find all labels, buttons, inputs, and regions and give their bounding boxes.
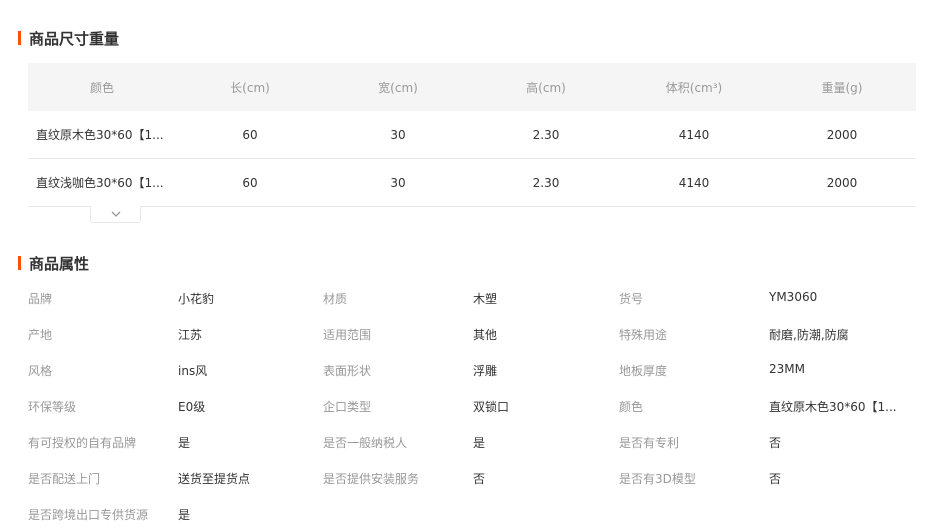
attr-value-patent: 否 xyxy=(769,436,782,450)
attr-value-cross-border: 是 xyxy=(178,508,191,522)
size-section-title-text: 商品尺寸重量 xyxy=(29,29,120,48)
attr-row: 有可授权的自有品牌 是 是否一般纳税人 是 是否有专利 否 xyxy=(28,424,916,460)
attr-label-style: 风格 xyxy=(28,364,53,378)
attr-label-special-use: 特殊用途 xyxy=(619,328,668,342)
attr-value-install: 否 xyxy=(473,472,486,486)
attr-label-scope: 适用范围 xyxy=(323,328,372,342)
header-color: 颜色 xyxy=(89,80,114,95)
row-color: 直纹原木色30*60【1... xyxy=(36,128,164,142)
attr-row: 是否跨境出口专供货源 是 xyxy=(28,496,916,532)
attr-label-color: 颜色 xyxy=(619,400,644,414)
row-width: 30 xyxy=(390,175,406,190)
attr-value-surface: 浮雕 xyxy=(473,364,498,378)
attr-value-3d-model: 否 xyxy=(769,472,782,486)
row-length: 60 xyxy=(242,127,258,142)
attr-label-material: 材质 xyxy=(323,292,348,306)
attribute-grid: 品牌 小花豹 材质 木塑 货号 YM3060 产地 江苏 适用范围 其他 特殊用… xyxy=(28,280,916,532)
attr-section-title-text: 商品属性 xyxy=(29,254,90,273)
attr-label-own-brand: 有可授权的自有品牌 xyxy=(28,436,137,450)
row-width: 30 xyxy=(390,127,406,142)
header-length: 长(cm) xyxy=(230,80,270,95)
row-volume: 4140 xyxy=(678,127,710,142)
chevron-down-icon xyxy=(111,211,120,217)
attr-label-patent: 是否有专利 xyxy=(619,436,680,450)
attr-label-joint-type: 企口类型 xyxy=(323,400,372,414)
header-width: 宽(cm) xyxy=(378,80,418,95)
attr-label-taxpayer: 是否一般纳税人 xyxy=(323,436,408,450)
attr-row: 风格 ins风 表面形状 浮雕 地板厚度 23MM xyxy=(28,352,916,388)
header-height: 高(cm) xyxy=(526,80,566,95)
attr-label-install: 是否提供安装服务 xyxy=(323,472,420,486)
row-height: 2.30 xyxy=(532,175,560,190)
attr-value-origin: 江苏 xyxy=(178,328,203,342)
attr-label-surface: 表面形状 xyxy=(323,364,372,378)
attr-row: 产地 江苏 适用范围 其他 特殊用途 耐磨,防潮,防腐 xyxy=(28,316,916,352)
attr-value-eco-grade: E0级 xyxy=(178,400,206,414)
attr-value-style: ins风 xyxy=(178,364,208,378)
size-section-title: 商品尺寸重量 xyxy=(18,29,120,48)
attr-section-title: 商品属性 xyxy=(18,254,90,273)
title-accent-bar xyxy=(18,256,21,270)
attr-value-color: 直纹原木色30*60【1... xyxy=(769,400,897,414)
attr-row: 是否配送上门 送货至提货点 是否提供安装服务 否 是否有3D模型 否 xyxy=(28,460,916,496)
attr-value-item-no: YM3060 xyxy=(769,290,818,304)
row-volume: 4140 xyxy=(678,175,710,190)
attr-value-joint-type: 双锁口 xyxy=(473,400,510,414)
attr-value-taxpayer: 是 xyxy=(473,436,486,450)
attr-label-cross-border: 是否跨境出口专供货源 xyxy=(28,508,149,522)
header-weight: 重量(g) xyxy=(821,80,863,95)
size-table-header: 颜色 长(cm) 宽(cm) 高(cm) 体积(cm³) 重量(g) xyxy=(28,63,916,111)
size-table: 颜色 长(cm) 宽(cm) 高(cm) 体积(cm³) 重量(g) 直纹原木色… xyxy=(28,63,916,207)
attr-label-delivery: 是否配送上门 xyxy=(28,472,101,486)
row-length: 60 xyxy=(242,175,258,190)
attr-label-3d-model: 是否有3D模型 xyxy=(619,472,696,486)
attr-value-thickness: 23MM xyxy=(769,362,805,376)
row-weight: 2000 xyxy=(826,175,858,190)
row-height: 2.30 xyxy=(532,127,560,142)
attr-label-eco-grade: 环保等级 xyxy=(28,400,77,414)
row-color: 直纹浅咖色30*60【1... xyxy=(36,176,164,190)
row-weight: 2000 xyxy=(826,127,858,142)
attr-label-brand: 品牌 xyxy=(28,292,53,306)
expand-table-button[interactable] xyxy=(90,206,141,223)
attr-value-brand: 小花豹 xyxy=(178,292,215,306)
attr-label-item-no: 货号 xyxy=(619,292,644,306)
attr-value-scope: 其他 xyxy=(473,328,498,342)
header-volume: 体积(cm³) xyxy=(665,80,723,95)
attr-value-special-use: 耐磨,防潮,防腐 xyxy=(769,328,849,342)
table-row: 直纹浅咖色30*60【1... 60 30 2.30 4140 2000 xyxy=(28,159,916,207)
attr-value-material: 木塑 xyxy=(473,292,498,306)
table-row: 直纹原木色30*60【1... 60 30 2.30 4140 2000 xyxy=(28,111,916,159)
attr-value-delivery: 送货至提货点 xyxy=(178,472,251,486)
attr-label-origin: 产地 xyxy=(28,328,53,342)
attr-value-own-brand: 是 xyxy=(178,436,191,450)
attr-row: 品牌 小花豹 材质 木塑 货号 YM3060 xyxy=(28,280,916,316)
attr-row: 环保等级 E0级 企口类型 双锁口 颜色 直纹原木色30*60【1... xyxy=(28,388,916,424)
attr-label-thickness: 地板厚度 xyxy=(619,364,668,378)
title-accent-bar xyxy=(18,31,21,45)
